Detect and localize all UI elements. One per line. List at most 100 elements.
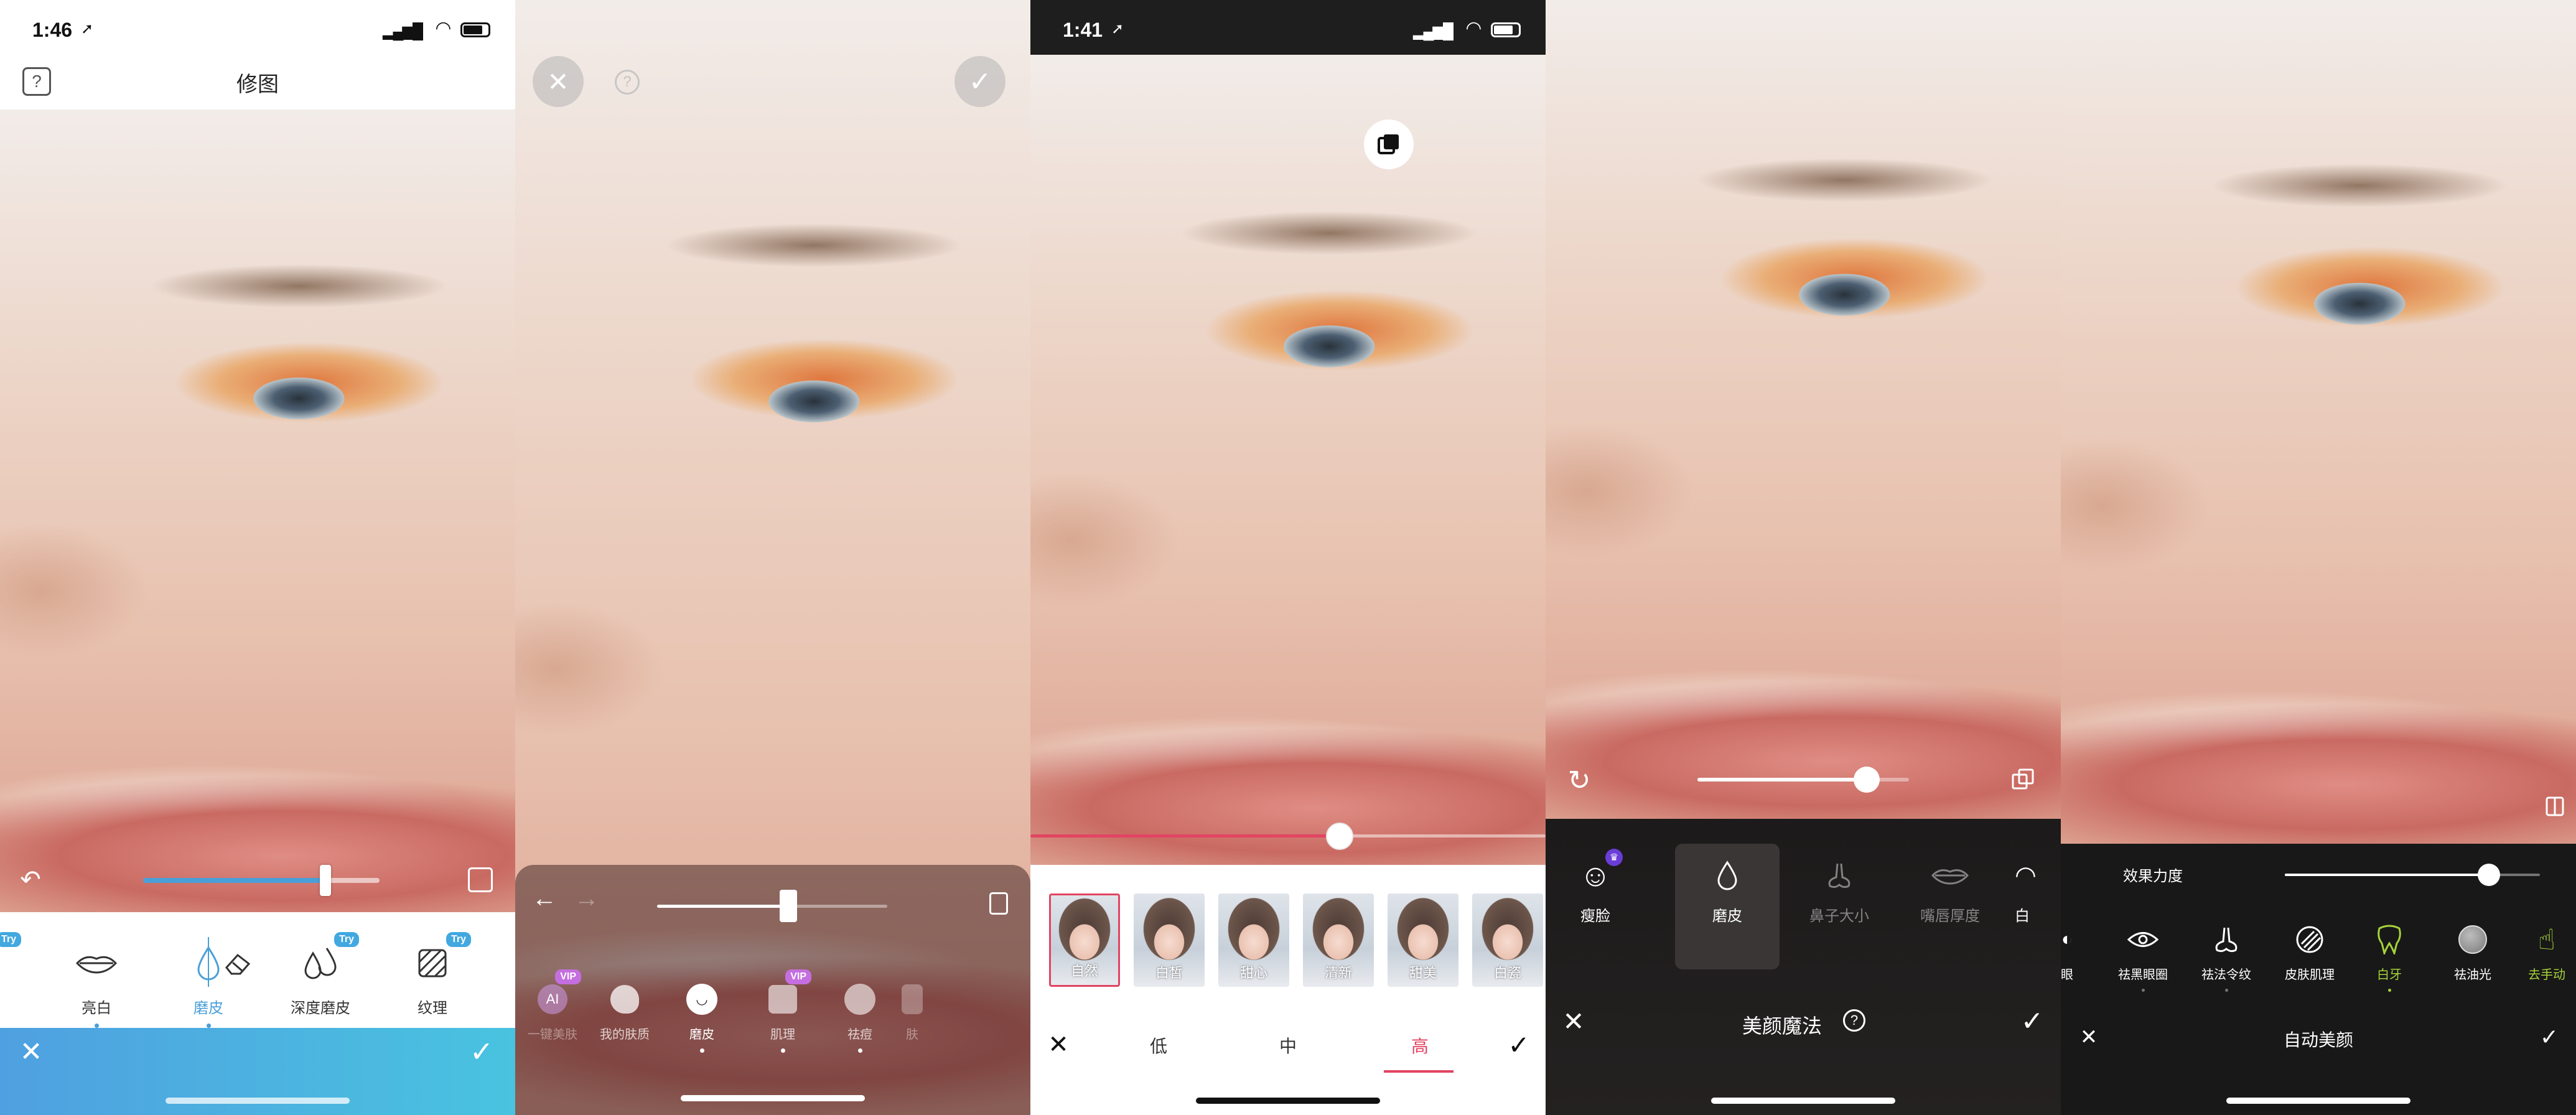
filter-thumb[interactable]: 白皙	[1134, 893, 1205, 987]
tool-panel: ♛ ☺ 瘦脸 磨皮 鼻子大小 嘴唇厚度 ◠ 白 ✕ 美颜魔法 ? ✓	[1546, 819, 2061, 1115]
photo-canvas[interactable]	[2061, 0, 2576, 844]
filter-thumb[interactable]: 自然	[1049, 893, 1120, 987]
skin-icon	[894, 981, 931, 1018]
droplet-icon	[1678, 854, 1777, 897]
reset-icon[interactable]: ↻	[1563, 764, 1595, 796]
confirm-button[interactable]: ✓	[1503, 1029, 1534, 1060]
tool-skin-partial[interactable]: 肤	[894, 981, 931, 1042]
confirm-button[interactable]: ✓	[954, 56, 1006, 107]
filter-strip: 自然 白皙 甜心 清新 甜美 白瓷	[1049, 893, 1546, 987]
tool-nasolabial[interactable]: 祛法令纹	[2180, 921, 2272, 992]
intensity-slider-handle[interactable]	[1326, 823, 1353, 850]
tool-eye-partial[interactable]: ◐ 眼	[2061, 921, 2074, 982]
signal-icon: ▂▄▆█	[383, 23, 423, 40]
confirm-button[interactable]: ✓	[465, 1035, 498, 1068]
close-button[interactable]: ✕	[533, 56, 584, 107]
status-bar: 1:46 ➚ ▂▄▆█ ◠	[0, 0, 515, 60]
confirm-button[interactable]: ✓	[2535, 1023, 2564, 1052]
intensity-slider-fill	[2285, 874, 2489, 876]
compare-icon[interactable]	[2542, 794, 2567, 819]
hand-icon: ☝	[2537, 923, 2555, 956]
cancel-button[interactable]: ✕	[1558, 1005, 1589, 1037]
tool-manual[interactable]: ☝ 去手动	[2506, 921, 2576, 982]
tool-label: 祛法令纹	[2201, 968, 2251, 982]
help-glyph: ?	[1850, 1012, 1859, 1028]
cancel-button[interactable]: ✕	[16, 1037, 46, 1067]
confirm-button[interactable]: ✓	[2016, 1005, 2048, 1037]
tooth-icon: ◠	[2015, 862, 2037, 889]
tool-label: 亮白	[82, 1000, 111, 1017]
compare-icon[interactable]	[989, 892, 1008, 915]
panel-2-skin: ✕ ? ✓ ← → VIP AI 一键美肤 我的肤质 ◡ 磨皮 VIP 肌理 祛…	[515, 0, 1030, 1115]
intensity-slider-handle[interactable]	[320, 865, 331, 896]
panel-4-beauty-magic: ↻ ♛ ☺ 瘦脸 磨皮 鼻子大小 嘴唇厚度 ◠ 白 ✕ 美颜魔法 ? ✓	[1546, 0, 2061, 1115]
compare-icon[interactable]	[2009, 765, 2037, 794]
location-arrow-icon: ➚	[81, 21, 94, 37]
tool-panel: 效果力度 ◐ 眼 祛黑眼圈 祛法令纹 皮肤肌理 白牙 祛油光 ☝ 去手动 ✕ 自…	[2061, 844, 2576, 1115]
filter-label: 清新	[1324, 965, 1352, 981]
tool-label: 嘴唇厚度	[1920, 908, 1980, 925]
filter-thumb[interactable]: 白瓷	[1472, 893, 1543, 987]
tool-face-slim[interactable]: ♛ ☺ 瘦脸	[1546, 849, 1645, 925]
tool-dot	[2141, 989, 2145, 992]
tool-deep-smooth[interactable]: Try 深度磨皮	[271, 932, 370, 1017]
tool-lip-thickness[interactable]: 嘴唇厚度	[1900, 854, 2000, 925]
tool-dot	[2224, 989, 2228, 992]
tool-whiten-teeth[interactable]: 白牙	[2343, 921, 2435, 992]
photo-canvas[interactable]	[1030, 55, 1546, 865]
tool-smooth[interactable]: 磨皮	[1678, 854, 1777, 925]
compare-icon[interactable]	[468, 867, 493, 892]
level-high[interactable]: 高	[1401, 1033, 1439, 1058]
tool-texture[interactable]: Try 纹理	[383, 932, 482, 1017]
tool-label: 深度磨皮	[291, 1000, 350, 1017]
forward-arrow-icon[interactable]: →	[571, 885, 602, 912]
filter-thumb[interactable]: 甜美	[1388, 893, 1458, 987]
bottom-action-bar: ✕ ✓	[0, 1028, 515, 1115]
intensity-slider-handle[interactable]	[780, 890, 797, 922]
eraser-icon[interactable]	[218, 941, 261, 984]
screenshot-collage: 1:46 ➚ ▂▄▆█ ◠ ? 修图 ↶ Try 亮白 磨皮 Try 深度磨皮 …	[0, 0, 2576, 1115]
intensity-slider-fill	[143, 878, 325, 883]
tool-label: 白	[2015, 908, 2030, 925]
tool-dot	[699, 1048, 704, 1053]
face-slim-icon: ☺	[1579, 858, 1612, 893]
home-indicator	[1711, 1098, 1895, 1104]
intensity-slider-handle[interactable]	[2478, 864, 2500, 886]
status-bar: 1:41 ➚ ▂▄▆█ ◠	[1030, 0, 1546, 55]
tool-skin-texture[interactable]: 皮肤肌理	[2264, 921, 2356, 982]
tool-oil-control[interactable]: 祛油光	[2427, 921, 2519, 982]
tool-label: 祛黑眼圈	[2118, 968, 2168, 982]
home-indicator	[1196, 1098, 1380, 1104]
level-mid[interactable]: 中	[1269, 1033, 1307, 1058]
tool-strip: Try 亮白 磨皮 Try 深度磨皮 Try 纹理	[0, 912, 515, 1028]
compare-button[interactable]	[1364, 119, 1414, 169]
help-icon[interactable]: ?	[1843, 1009, 1865, 1032]
tool-label: 肤	[906, 1028, 918, 1042]
photo-canvas[interactable]	[0, 110, 515, 912]
level-low[interactable]: 低	[1140, 1033, 1177, 1058]
undo-icon[interactable]: ↶	[15, 866, 46, 893]
panel-title: 美颜魔法	[1742, 1015, 1822, 1037]
tool-whiten-partial[interactable]: ◠ 白	[2015, 854, 2061, 925]
photo-canvas[interactable]	[1546, 0, 2061, 819]
tool-divider	[208, 937, 209, 987]
filter-thumb[interactable]: 清新	[1303, 893, 1374, 987]
tool-nose-size[interactable]: 鼻子大小	[1790, 854, 1889, 925]
tool-label: 皮肤肌理	[2285, 968, 2335, 982]
back-arrow-icon[interactable]: ←	[529, 885, 560, 912]
tool-dot	[780, 1048, 785, 1053]
slider-label: 效果力度	[2123, 868, 2183, 885]
intensity-slider-handle[interactable]	[1854, 767, 1880, 793]
help-icon[interactable]: ?	[615, 70, 640, 95]
battery-icon	[1491, 22, 1521, 37]
intensity-slider-fill	[1030, 834, 1340, 837]
tool-dark-circles[interactable]: 祛黑眼圈	[2097, 921, 2189, 992]
filter-thumb[interactable]: 甜心	[1218, 893, 1289, 987]
tool-brighten[interactable]: 亮白	[47, 937, 146, 1028]
intensity-slider-fill	[1697, 778, 1867, 781]
status-time: 1:41	[1063, 19, 1103, 41]
panel-5-auto-beauty: 效果力度 ◐ 眼 祛黑眼圈 祛法令纹 皮肤肌理 白牙 祛油光 ☝ 去手动 ✕ 自…	[2061, 0, 2576, 1115]
nose-icon	[1790, 854, 1889, 897]
battery-icon	[460, 22, 490, 37]
cancel-button[interactable]: ✕	[1043, 1029, 1074, 1060]
